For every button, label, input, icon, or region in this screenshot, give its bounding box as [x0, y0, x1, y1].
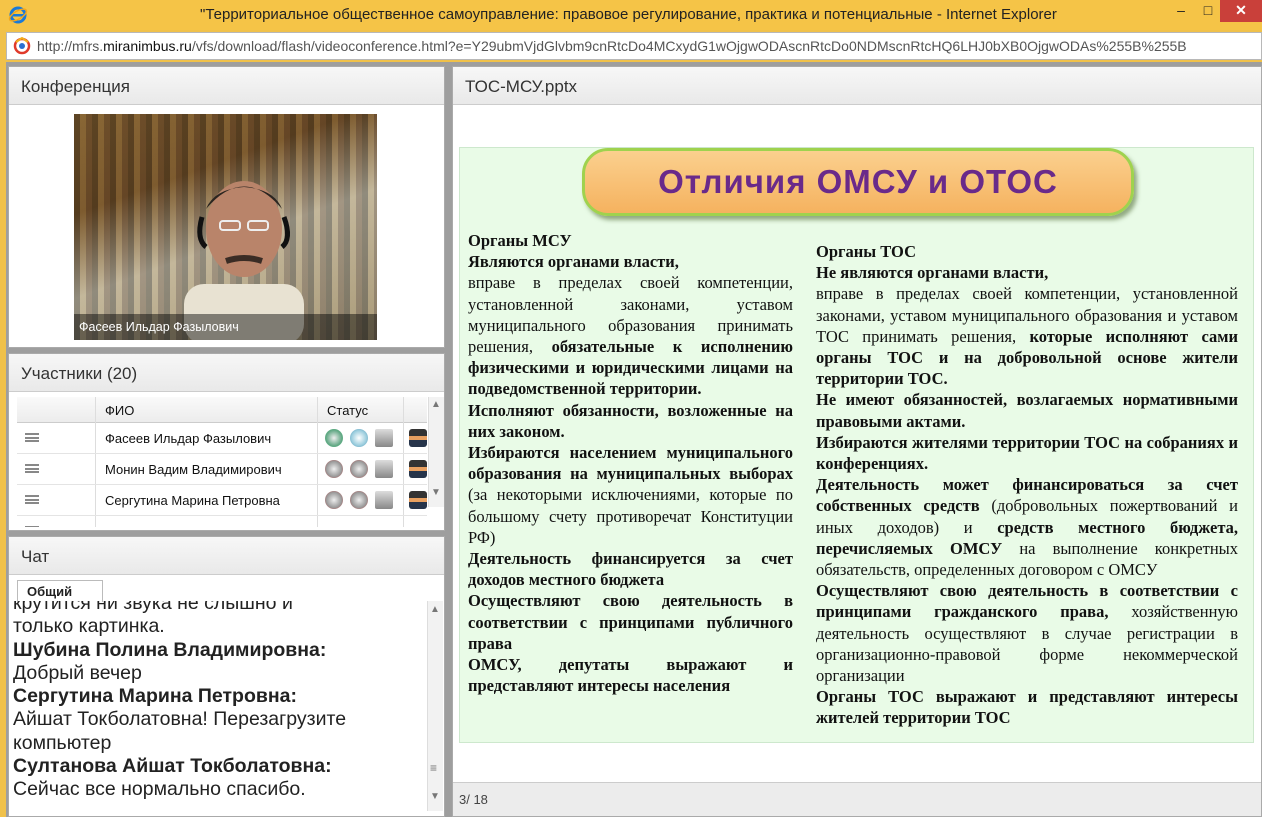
- chat-line: Айшат Токболатовна! Перезагрузите: [13, 708, 347, 731]
- chat-line: Сейчас все нормально спасибо.: [13, 778, 306, 801]
- participant-row[interactable]: Сергутина Марина Петровна: [17, 485, 427, 516]
- camera-on-icon[interactable]: [350, 429, 368, 447]
- drag-handle-icon[interactable]: [25, 464, 39, 473]
- slide-right-column: Органы ТОС Не являются органами власти, в…: [816, 242, 1239, 728]
- presentation-panel: ТОС-МСУ.pptx Отличия ОМСУ и ОТОС Органы …: [452, 66, 1262, 817]
- participants-title: Участники (20): [9, 354, 444, 392]
- chat-tab-general[interactable]: Общий: [17, 580, 103, 602]
- scroll-grip-icon[interactable]: ≡: [430, 761, 437, 775]
- participants-scrollbar[interactable]: ▲ ▼: [428, 397, 444, 507]
- chat-author: Шубина Полина Владимировна:: [13, 638, 327, 661]
- microphone-on-icon[interactable]: [325, 429, 343, 447]
- participant-row[interactable]: [17, 516, 427, 527]
- chat-author: Султанова Айшат Токболатовна:: [13, 755, 332, 778]
- right-heading: Органы ТОС: [816, 242, 917, 261]
- speaker-name-caption: Фасеев Ильдар Фазылович: [74, 314, 377, 340]
- drag-handle-icon[interactable]: [25, 433, 39, 442]
- maximize-button[interactable]: □: [1193, 0, 1223, 22]
- camera-off-icon[interactable]: [350, 460, 368, 478]
- user-role-icon: [409, 491, 427, 509]
- drag-handle-icon[interactable]: [25, 495, 39, 504]
- chat-line: компьютер: [13, 731, 112, 754]
- address-bar[interactable]: http://mfrs.miranimbus.ru/vfs/download/f…: [6, 32, 1262, 60]
- close-button[interactable]: ✕: [1220, 0, 1262, 22]
- participant-name: Монин Вадим Владимирович: [105, 462, 282, 477]
- presentation-file-name: ТОС-МСУ.pptx: [453, 67, 1261, 105]
- camera-off-icon[interactable]: [350, 491, 368, 509]
- internet-explorer-icon: [8, 6, 28, 24]
- screen-off-icon[interactable]: [375, 429, 393, 447]
- chat-line: крутится ни звука не слышно и: [13, 601, 293, 614]
- chat-panel: Чат Общий крутится ни звука не слышно и …: [8, 536, 445, 817]
- chat-line: Добрый вечер: [13, 661, 142, 684]
- url-text[interactable]: http://mfrs.miranimbus.ru/vfs/download/f…: [37, 38, 1187, 54]
- conference-title: Конференция: [9, 67, 444, 105]
- drag-handle-icon[interactable]: [25, 526, 39, 527]
- chat-messages: крутится ни звука не слышно и только кар…: [11, 601, 426, 816]
- conference-panel: Конференция Фасеев Ильдар Фазылович: [8, 66, 445, 348]
- participant-row[interactable]: Монин Вадим Владимирович: [17, 454, 427, 485]
- page-favicon-icon: [13, 37, 31, 55]
- left-heading: Органы МСУ: [468, 231, 572, 250]
- screen-off-icon[interactable]: [375, 491, 393, 509]
- chat-line: только картинка.: [13, 615, 165, 638]
- chat-author: Сергутина Марина Петровна:: [13, 685, 297, 708]
- scroll-down-icon[interactable]: ▼: [430, 791, 440, 802]
- minimize-button[interactable]: –: [1166, 0, 1196, 22]
- scroll-up-icon[interactable]: ▲: [430, 604, 440, 615]
- slide-page-indicator: 3/ 18: [453, 782, 1261, 816]
- participant-row[interactable]: Фасеев Ильдар Фазылович: [17, 423, 427, 454]
- window-title: "Территориальное общественное самоуправл…: [200, 6, 1057, 23]
- speaker-video: Фасеев Ильдар Фазылович: [74, 114, 377, 340]
- screen-off-icon[interactable]: [375, 460, 393, 478]
- user-role-icon: [409, 460, 427, 478]
- window-titlebar: "Территориальное общественное самоуправл…: [0, 0, 1262, 30]
- participants-panel: Участники (20) ФИО Статус Фасеев Ильдар …: [8, 353, 445, 531]
- chat-scrollbar[interactable]: ▲ ≡ ▼: [427, 601, 443, 811]
- participants-table-header: ФИО Статус: [17, 397, 427, 423]
- participant-name: Фасеев Ильдар Фазылович: [105, 431, 272, 446]
- column-header-name[interactable]: ФИО: [105, 403, 134, 418]
- microphone-off-icon[interactable]: [325, 491, 343, 509]
- participants-table: ФИО Статус Фасеев Ильдар Фазылович Монин…: [17, 397, 445, 527]
- scroll-up-icon[interactable]: ▲: [431, 399, 441, 410]
- chat-title: Чат: [9, 537, 444, 575]
- slide-banner: Отличия ОМСУ и ОТОС: [582, 148, 1134, 216]
- slide-canvas: Отличия ОМСУ и ОТОС Органы МСУ Являются …: [459, 147, 1254, 743]
- scroll-down-icon[interactable]: ▼: [431, 487, 441, 498]
- slide-left-column: Органы МСУ Являются органами власти, впра…: [468, 231, 793, 696]
- participant-name: Сергутина Марина Петровна: [105, 493, 280, 508]
- microphone-off-icon[interactable]: [325, 460, 343, 478]
- user-role-icon: [409, 429, 427, 447]
- column-header-status[interactable]: Статус: [327, 403, 368, 418]
